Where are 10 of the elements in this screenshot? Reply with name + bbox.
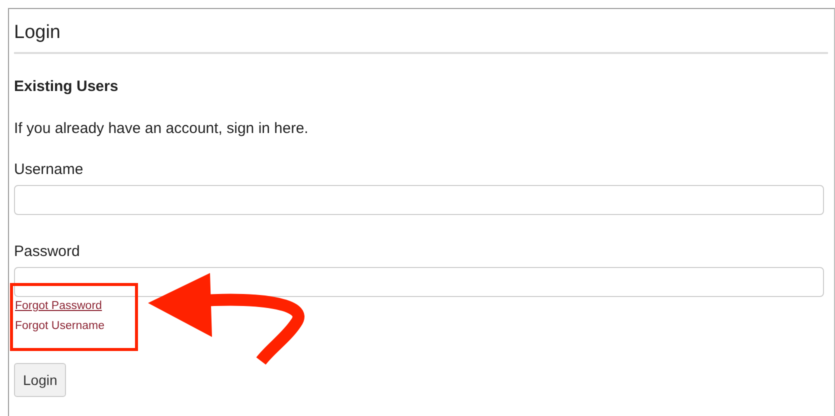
login-button[interactable]: Login	[14, 363, 66, 397]
intro-text: If you already have an account, sign in here.	[14, 120, 310, 137]
forgot-link[interactable]: Forgot Password	[15, 300, 102, 312]
input-field[interactable]	[14, 267, 824, 297]
section-heading: Existing Users	[14, 78, 120, 95]
input-field[interactable]	[14, 185, 824, 215]
panel-title: Login	[14, 21, 62, 45]
field-label: Username	[14, 161, 84, 178]
forgot-link[interactable]: Forgot Username	[15, 320, 104, 332]
field-label: Password	[14, 243, 81, 260]
